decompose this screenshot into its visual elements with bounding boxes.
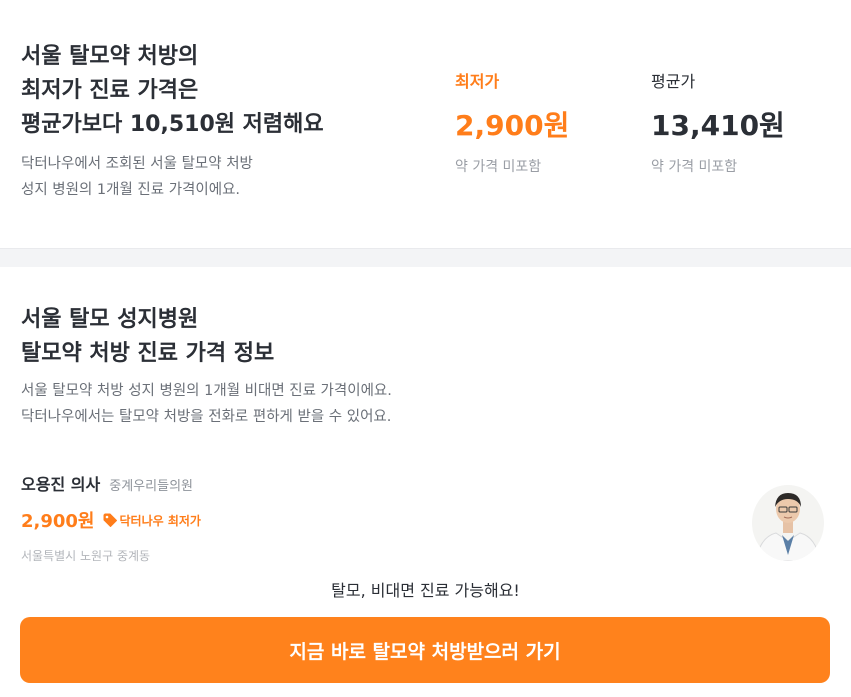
doctor-name: 오용진 의사 — [21, 475, 101, 494]
doctor-avatar-image — [752, 485, 824, 561]
section-title: 서울 탈모 성지병원 탈모약 처방 진료 가격 정보 — [21, 303, 274, 371]
headline-line-2: 최저가 진료 가격은 — [21, 78, 199, 103]
tag-icon — [103, 513, 117, 527]
clinic-price-section: 서울 탈모 성지병원 탈모약 처방 진료 가격 정보 서울 탈모약 처방 성지 … — [0, 267, 851, 697]
summary-description-line-1: 닥터나우에서 조회된 서울 탈모약 처방 — [21, 156, 253, 172]
doctor-info[interactable]: 오용진 의사 중계우리들의원 — [21, 471, 193, 495]
summary-description: 닥터나우에서 조회된 서울 탈모약 처방 성지 병원의 1개월 진료 가격이에요… — [21, 151, 253, 203]
summary-description-line-2: 성지 병원의 1개월 진료 가격이에요. — [21, 182, 241, 198]
clinic-name: 중계우리들의원 — [109, 479, 193, 494]
average-price-label: 평균가 — [651, 72, 696, 91]
doctor-address: 서울특별시 노원구 중계동 — [21, 549, 151, 563]
lowest-price-label: 최저가 — [455, 72, 500, 91]
section-description: 서울 탈모약 처방 성지 병원의 1개월 비대면 진료 가격이에요. 닥터나우에… — [21, 378, 392, 430]
summary-headline: 서울 탈모약 처방의 최저가 진료 가격은 평균가보다 10,510원 저렴해요 — [21, 40, 324, 142]
average-price-value: 13,410원 — [651, 109, 785, 142]
lowest-price-value: 2,900원 — [455, 109, 570, 142]
lowest-price-note: 약 가격 미포함 — [455, 159, 542, 175]
doctor-fee-row: 2,900원 닥터나우 최저가 — [21, 507, 201, 533]
lowest-price: 최저가 2,900원 약 가격 미포함 — [455, 70, 569, 176]
average-price-note: 약 가격 미포함 — [651, 159, 738, 175]
doctor-fee: 2,900원 — [21, 511, 95, 532]
section-title-line-2: 탈모약 처방 진료 가격 정보 — [21, 341, 275, 366]
headline-line-1: 서울 탈모약 처방의 — [21, 44, 199, 69]
telemedicine-notice: 탈모, 비대면 진료 가능해요! — [331, 581, 520, 600]
badge-label: 닥터나우 최저가 — [119, 513, 201, 528]
section-title-line-1: 서울 탈모 성지병원 — [21, 307, 199, 332]
lowest-price-badge: 닥터나우 최저가 — [103, 512, 201, 529]
get-prescription-button[interactable]: 지금 바로 탈모약 처방받으러 가기 — [20, 617, 830, 683]
section-divider — [0, 248, 851, 267]
price-summary: 서울 탈모약 처방의 최저가 진료 가격은 평균가보다 10,510원 저렴해요… — [0, 0, 851, 248]
headline-line-3: 평균가보다 10,510원 저렴해요 — [21, 112, 324, 137]
average-price: 평균가 13,410원 약 가격 미포함 — [651, 70, 785, 176]
section-description-line-1: 서울 탈모약 처방 성지 병원의 1개월 비대면 진료 가격이에요. — [21, 383, 392, 399]
section-description-line-2: 닥터나우에서는 탈모약 처방을 전화로 편하게 받을 수 있어요. — [21, 409, 392, 425]
doctor-avatar — [752, 485, 824, 561]
